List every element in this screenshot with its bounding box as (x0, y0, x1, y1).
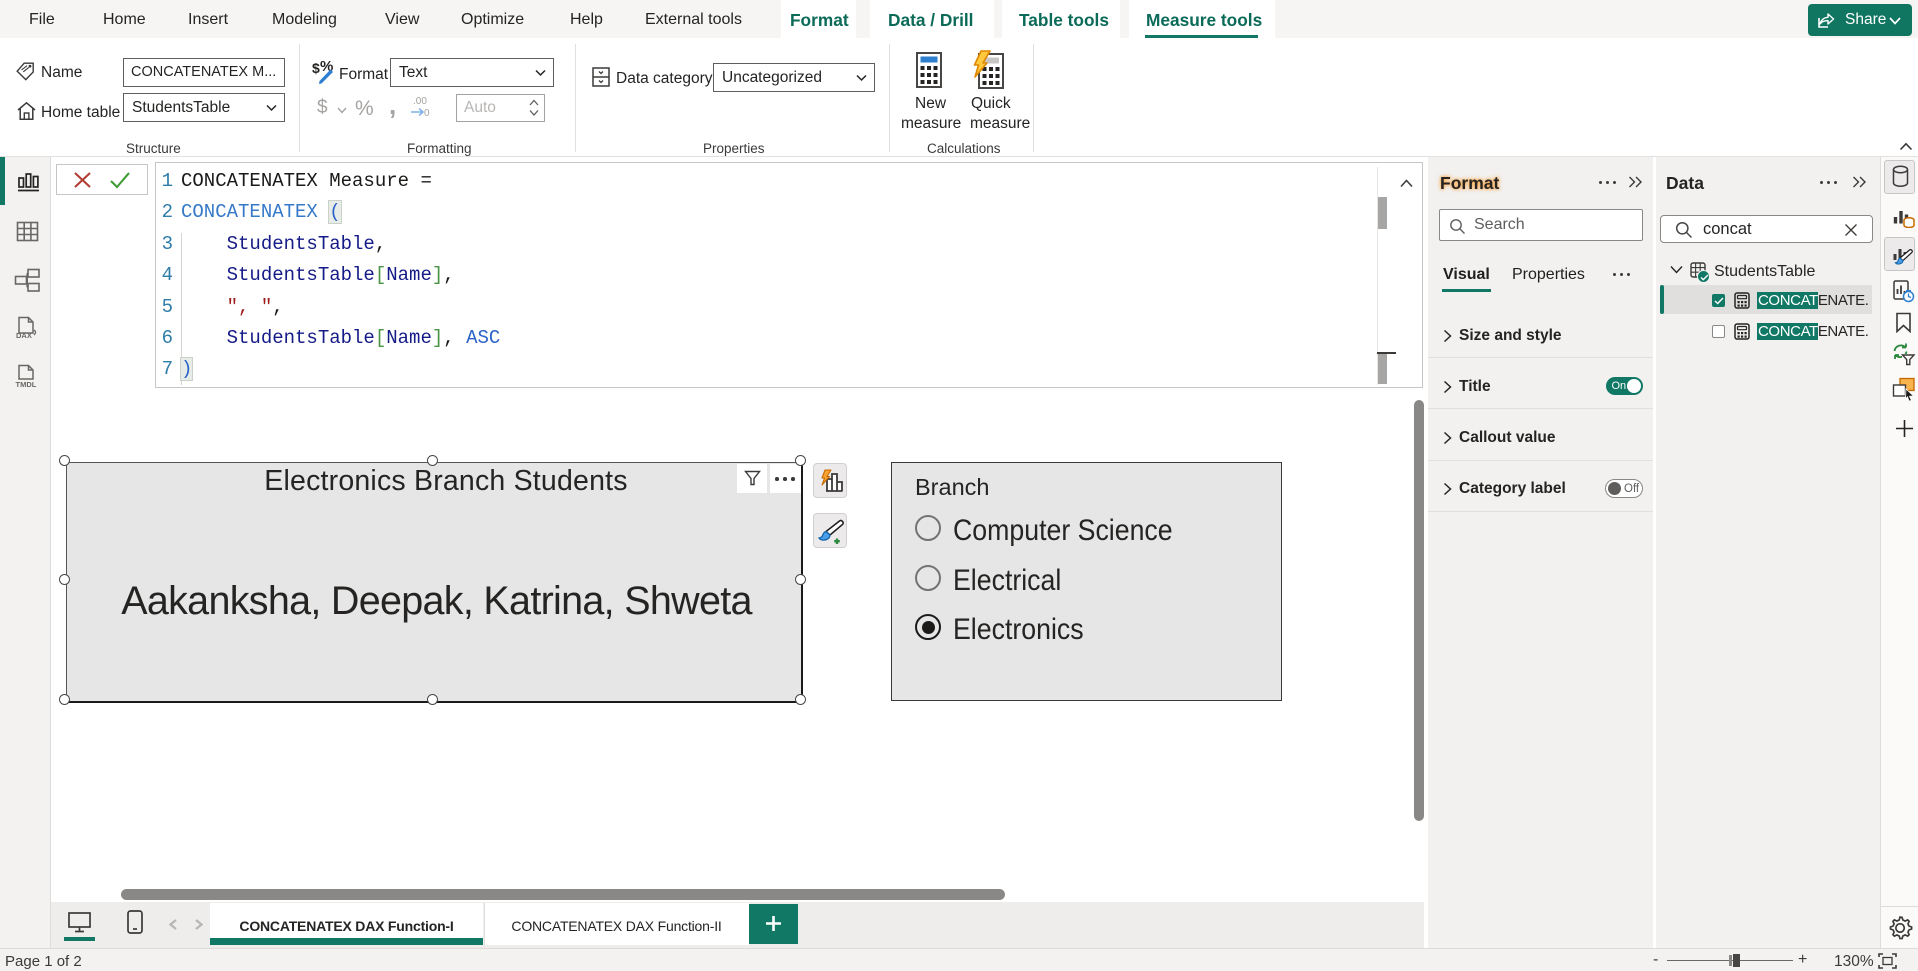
svg-text:TMDL: TMDL (16, 380, 37, 389)
svg-text:DAX: DAX (16, 331, 32, 340)
svg-text:0: 0 (424, 108, 430, 118)
